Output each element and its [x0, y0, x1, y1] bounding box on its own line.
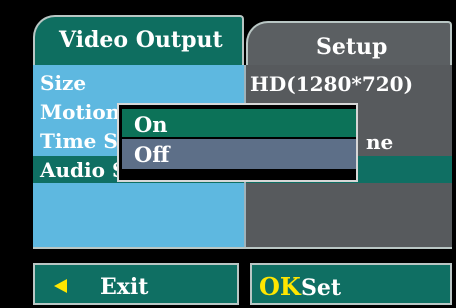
- menu-item-audio[interactable]: Audio S: [40, 159, 126, 181]
- exit-button-label: Exit: [100, 274, 149, 300]
- time-stamp-value: ne: [366, 130, 394, 154]
- tab-video-output[interactable]: Video Output: [33, 15, 244, 65]
- tab-setup[interactable]: Setup: [246, 21, 452, 65]
- menu-item-motion[interactable]: Motion: [40, 101, 120, 123]
- set-button-label: Set: [301, 275, 342, 301]
- left-arrow-icon: [54, 279, 67, 293]
- menu-bottom-divider: [33, 247, 452, 249]
- option-off-label: Off: [134, 142, 170, 167]
- size-value: HD(1280*720): [250, 72, 414, 96]
- option-on-label: On: [134, 112, 168, 137]
- tab-video-output-label: Video Output: [59, 27, 223, 53]
- menu-item-size[interactable]: Size: [40, 72, 86, 94]
- ok-icon: OK: [259, 272, 301, 301]
- tab-setup-label: Setup: [316, 34, 388, 60]
- menu-item-time-stamp[interactable]: Time S: [40, 130, 118, 152]
